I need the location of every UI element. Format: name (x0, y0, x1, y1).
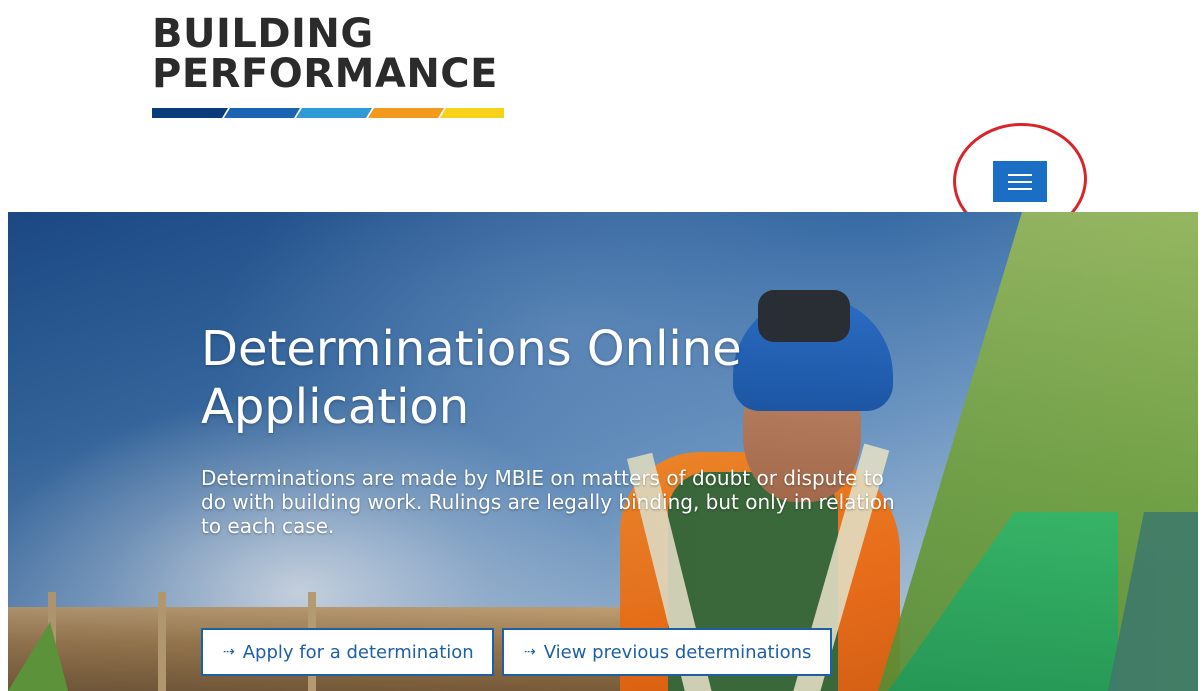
menu-icon-line (1008, 173, 1032, 176)
view-button-label: View previous determinations (543, 641, 812, 663)
view-previous-determinations-button[interactable]: ⇢ View previous determinations (502, 628, 832, 676)
hero-content: Determinations Online Application Determ… (201, 320, 901, 538)
hamburger-menu-button[interactable] (993, 161, 1047, 202)
hero-actions: ⇢ Apply for a determination ⇢ View previ… (201, 628, 832, 676)
apply-button-label: Apply for a determination (242, 641, 474, 663)
hero-banner: Determinations Online Application Determ… (8, 212, 1198, 691)
logo-line-2: PERFORMANCE (152, 51, 498, 97)
logo-line-1: BUILDING (152, 11, 374, 57)
arrow-right-icon: ⇢ (524, 644, 536, 660)
menu-icon-line (1008, 180, 1032, 183)
logo-color-bar (152, 108, 504, 118)
arrow-right-icon: ⇢ (223, 644, 235, 660)
page-title: Determinations Online Application (201, 321, 742, 435)
hero-description: Determinations are made by MBIE on matte… (201, 466, 895, 538)
menu-icon-line (1008, 187, 1032, 190)
site-logo[interactable]: BUILDING PERFORMANCE (152, 14, 512, 118)
apply-for-determination-button[interactable]: ⇢ Apply for a determination (201, 628, 494, 676)
